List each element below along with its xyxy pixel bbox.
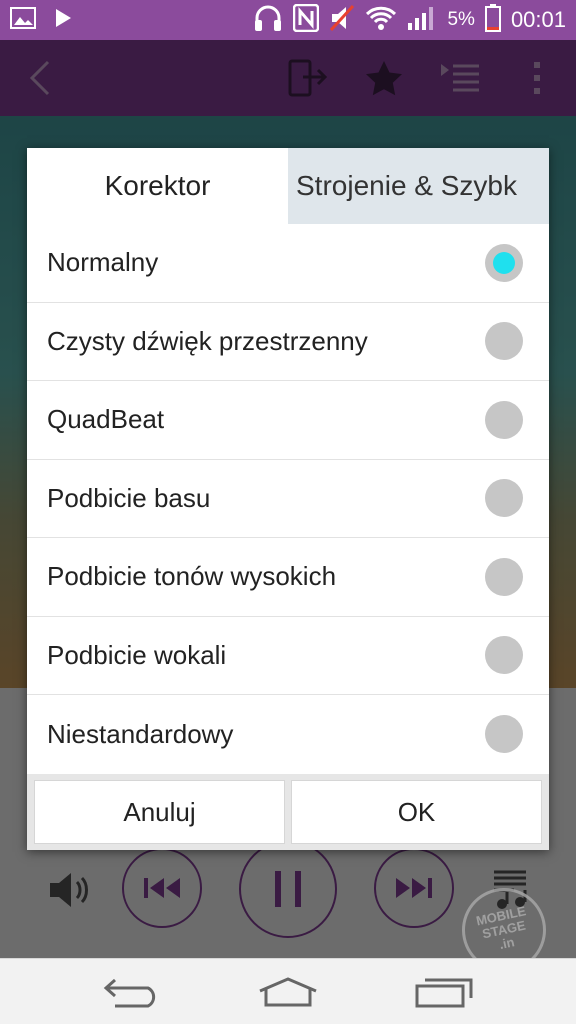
play-icon bbox=[54, 8, 72, 33]
dialog-button-row: Anuluj OK bbox=[27, 774, 549, 850]
radio-dot bbox=[493, 251, 515, 274]
navigation-bar bbox=[0, 958, 576, 1024]
wifi-icon bbox=[365, 5, 397, 36]
clock: 00:01 bbox=[510, 7, 566, 32]
radio-unselected[interactable] bbox=[485, 400, 523, 439]
radio-unselected[interactable] bbox=[485, 636, 523, 675]
ok-button[interactable]: OK bbox=[291, 780, 542, 844]
image-icon bbox=[10, 6, 36, 34]
radio-unselected[interactable] bbox=[485, 715, 523, 754]
tab-korektor[interactable]: Korektor bbox=[27, 148, 288, 224]
mute-icon bbox=[329, 4, 355, 37]
option-label: Niestandardowy bbox=[47, 718, 234, 749]
nfc-icon bbox=[293, 3, 320, 37]
option-label: Podbicie wokali bbox=[47, 639, 227, 670]
radio-unselected[interactable] bbox=[485, 479, 523, 518]
radio-unselected[interactable] bbox=[485, 322, 523, 361]
nav-home-icon[interactable] bbox=[252, 959, 324, 1024]
radio-selected[interactable] bbox=[485, 243, 523, 282]
option-czysty-dzwiek[interactable]: Czysty dźwięk przestrzenny bbox=[27, 303, 549, 381]
option-podbicie-tonow[interactable]: Podbicie tonów wysokich bbox=[27, 538, 549, 617]
headphones-icon bbox=[253, 4, 283, 37]
status-bar: 5% 00:01 bbox=[0, 0, 576, 40]
option-label: Czysty dźwięk przestrzenny bbox=[47, 325, 368, 356]
option-podbicie-wokali[interactable]: Podbicie wokali bbox=[27, 617, 549, 695]
tab-strojenie[interactable]: Strojenie & Szybk bbox=[288, 148, 549, 224]
dialog-tabs: Korektor Strojenie & Szybk bbox=[27, 148, 549, 224]
option-quadbeat[interactable]: QuadBeat bbox=[27, 381, 549, 460]
option-niestandardowy[interactable]: Niestandardowy bbox=[27, 695, 549, 774]
option-podbicie-basu[interactable]: Podbicie basu bbox=[27, 460, 549, 538]
cancel-button[interactable]: Anuluj bbox=[34, 780, 285, 844]
option-label: Podbicie basu bbox=[47, 482, 211, 513]
radio-unselected[interactable] bbox=[485, 557, 523, 596]
nav-back-icon[interactable] bbox=[96, 959, 168, 1024]
option-normalny[interactable]: Normalny bbox=[27, 224, 549, 303]
option-label: QuadBeat bbox=[47, 404, 165, 435]
option-label: Normalny bbox=[47, 247, 159, 278]
equalizer-options-list: Normalny Czysty dźwięk przestrzenny Quad… bbox=[27, 224, 549, 774]
option-label: Podbicie tonów wysokich bbox=[47, 561, 337, 592]
battery-icon bbox=[484, 3, 501, 37]
signal-icon bbox=[407, 5, 437, 36]
nav-recents-icon[interactable] bbox=[408, 959, 480, 1024]
battery-percent: 5% bbox=[447, 9, 475, 30]
equalizer-dialog: Korektor Strojenie & Szybk Normalny Czys… bbox=[27, 148, 549, 850]
